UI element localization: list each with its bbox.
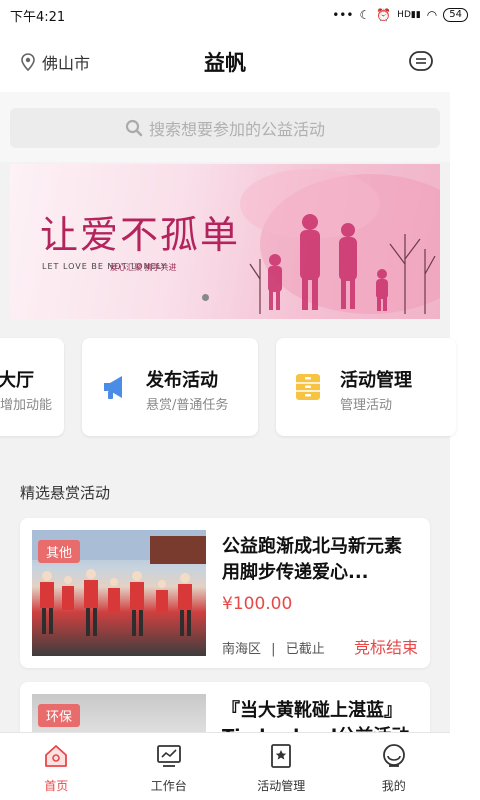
monitor-icon	[156, 745, 181, 767]
menu-title-hall: 大厅	[0, 370, 34, 391]
function-menu: 大厅 增加动能 发布活动 悬赏/普通任务 活动管理 管理活动	[0, 338, 456, 438]
tab-label-home: 首页	[44, 779, 69, 793]
carousel-indicator	[202, 294, 209, 301]
tab-activity-manage[interactable]: 活动管理	[225, 733, 338, 800]
meta-divider: |	[271, 642, 276, 657]
tab-label-profile: 我的	[381, 779, 406, 793]
alarm-icon: ⏰	[376, 8, 392, 22]
home-icon	[45, 745, 68, 767]
tab-label-activity-manage: 活动管理	[257, 779, 306, 793]
menu-title-manage: 活动管理	[340, 370, 412, 391]
status-time: 下午4:21	[10, 9, 66, 25]
bid-status: 竞标结束	[353, 638, 418, 657]
battery-level: 54	[449, 9, 462, 20]
activity-price: ¥100.00	[222, 594, 293, 614]
menu-sub-manage: 管理活动	[340, 398, 393, 413]
menu-card-manage[interactable]: 活动管理 管理活动	[276, 338, 456, 436]
category-tag: 环保	[38, 704, 81, 727]
activity-deadline: 已截止	[285, 642, 325, 657]
activity-image: 其他	[32, 530, 206, 656]
search-icon	[125, 119, 143, 137]
more-dots-icon: •••	[332, 8, 354, 22]
bottom-tab-bar: 首页 工作台 活动管理 我的	[0, 732, 450, 800]
wifi-icon: ◠	[426, 8, 438, 22]
message-icon[interactable]	[408, 48, 434, 74]
profile-icon	[382, 744, 405, 767]
bookmark-icon	[271, 744, 292, 768]
battery-icon: 54	[443, 8, 468, 22]
megaphone-icon	[104, 376, 122, 399]
tab-workbench[interactable]: 工作台	[113, 733, 226, 800]
menu-sub-publish: 悬赏/普通任务	[146, 398, 229, 413]
activity-card[interactable]: 其他 公益跑渐成北马新元素 用脚步传递爱心... ¥100.00 南海区 | 已…	[20, 518, 430, 668]
status-bar: 下午4:21 ••• ☾ ⏰ HD▮▮ ◠ 54	[0, 0, 480, 30]
section-title: 精选悬赏活动	[20, 484, 111, 502]
menu-card-publish[interactable]: 发布活动 悬赏/普通任务	[82, 338, 258, 436]
banner-carousel[interactable]: 让爱不孤单 LET LOVE BE NOT LONELY 爱心汇聚 携手共进	[10, 164, 440, 319]
moon-icon: ☾	[359, 8, 371, 22]
banner-tagline: 爱心汇聚 携手共进	[110, 263, 177, 272]
menu-card-hall[interactable]: 大厅 增加动能	[0, 338, 64, 436]
page-title: 益帆	[204, 51, 246, 75]
banner-slogan: 让爱不孤单	[40, 213, 241, 257]
category-tag: 其他	[38, 540, 81, 563]
tab-profile[interactable]: 我的	[338, 733, 451, 800]
signal-label: HD	[397, 10, 411, 20]
menu-sub-hall: 增加动能	[0, 398, 53, 413]
tab-label-workbench: 工作台	[150, 779, 187, 793]
activity-district: 南海区	[222, 642, 262, 657]
app-header: 佛山市 益帆	[0, 30, 450, 92]
search-placeholder: 搜索想要参加的公益活动	[148, 120, 325, 139]
tab-home[interactable]: 首页	[0, 733, 113, 800]
search-area: 搜索想要参加的公益活动	[0, 92, 450, 162]
activity-meta: 南海区 | 已截止	[222, 638, 325, 657]
search-input[interactable]: 搜索想要参加的公益活动	[10, 108, 440, 148]
cabinet-icon	[296, 374, 320, 400]
status-icons: ••• ☾ ⏰ HD▮▮ ◠ 54	[332, 8, 468, 22]
carousel-dot-active	[202, 294, 209, 301]
featured-section: 精选悬赏活动 其他 公益跑渐成北马新元素 用脚步传递爱心... ¥100.00 …	[0, 462, 450, 800]
signal-icon: HD▮▮	[397, 10, 421, 20]
menu-title-publish: 发布活动	[146, 370, 218, 391]
activity-title: 公益跑渐成北马新元素 用脚步传递爱心...	[222, 536, 402, 583]
